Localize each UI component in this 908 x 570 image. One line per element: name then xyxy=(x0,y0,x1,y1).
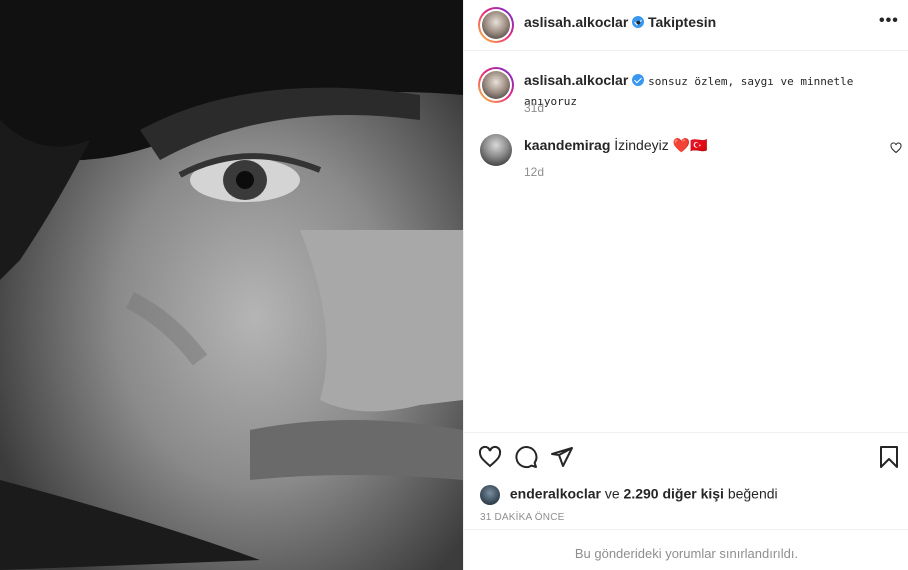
author-username[interactable]: aslisah.alkoclar xyxy=(524,14,628,30)
comment-author[interactable]: kaandemirag xyxy=(524,137,610,153)
comment-time[interactable]: 12d xyxy=(524,165,544,179)
comment-text: İzindeyiz xyxy=(614,137,669,153)
verified-icon xyxy=(632,74,645,86)
likes-summary: enderalkoclar ve 2.290 diğer kişi beğend… xyxy=(480,485,778,505)
post-sidebar: aslisah.alkoclar • Takiptesin ••• aslisa… xyxy=(463,0,908,570)
more-options-icon[interactable]: ••• xyxy=(879,12,899,30)
share-icon[interactable] xyxy=(550,445,574,469)
caption-author[interactable]: aslisah.alkoclar xyxy=(524,72,628,88)
follow-separator: • xyxy=(636,14,641,30)
author-username-block: aslisah.alkoclar xyxy=(524,14,645,30)
likes-connector: ve xyxy=(604,485,620,502)
caption-time[interactable]: 31d xyxy=(524,101,544,115)
author-avatar[interactable] xyxy=(478,7,514,43)
follow-status-button[interactable]: Takiptesin xyxy=(648,14,716,30)
first-liker[interactable]: enderalkoclar xyxy=(510,486,601,502)
portrait-image xyxy=(0,0,463,570)
liker-avatar[interactable] xyxy=(480,485,500,505)
others-count-link[interactable]: 2.290 diğer kişi xyxy=(624,486,724,502)
like-icon[interactable] xyxy=(478,445,502,469)
comment-emoji: ❤️🇹🇷 xyxy=(672,138,708,154)
post-timestamp[interactable]: 31 DAKİKA ÖNCE xyxy=(480,512,565,523)
post-header: aslisah.alkoclar • Takiptesin ••• xyxy=(464,0,908,51)
likes-suffix: beğendi xyxy=(727,485,778,502)
commenter-avatar[interactable] xyxy=(480,134,512,166)
save-icon[interactable] xyxy=(877,445,901,469)
comment-text-block: kaandemirag İzindeyiz ❤️🇹🇷 xyxy=(524,136,708,155)
caption-avatar[interactable] xyxy=(478,67,514,103)
comment-like-icon[interactable] xyxy=(890,142,902,154)
comment-icon[interactable] xyxy=(514,445,538,469)
post-actions: enderalkoclar ve 2.290 diğer kişi beğend… xyxy=(464,432,908,570)
comments-restricted-notice: Bu gönderideki yorumlar sınırlandırıldı. xyxy=(464,529,908,570)
post-photo[interactable] xyxy=(0,0,463,570)
caption-text-block: aslisah.alkoclar sonsuz özlem, saygı ve … xyxy=(524,71,908,111)
